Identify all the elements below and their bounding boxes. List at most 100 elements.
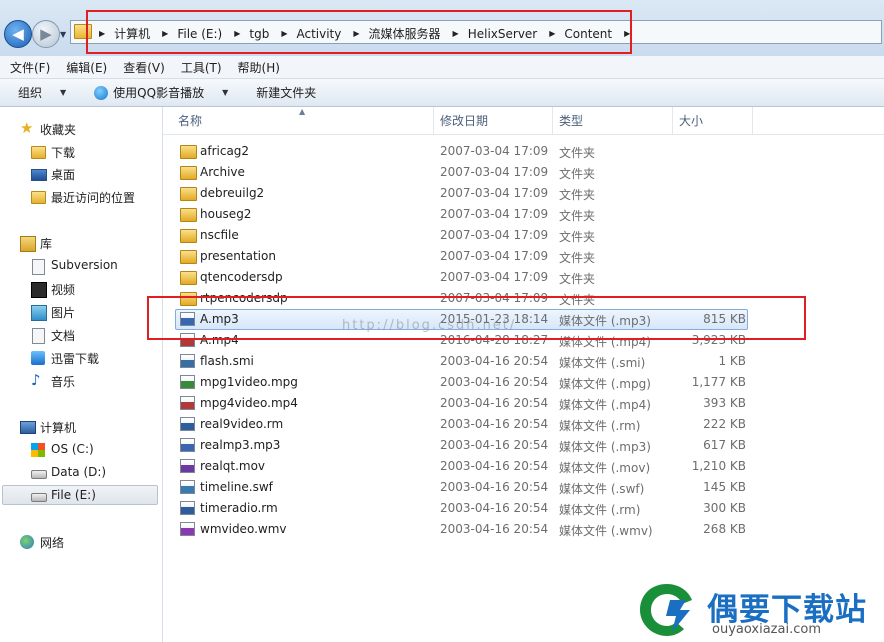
media-file-icon bbox=[180, 333, 195, 347]
crumb-helixserver[interactable]: HelixServer bbox=[468, 27, 538, 41]
forward-button[interactable]: ▶ bbox=[32, 20, 60, 48]
nav-subversion[interactable]: Subversion bbox=[0, 255, 162, 277]
qq-play-button[interactable]: 使用QQ影音播放 ▼ bbox=[94, 84, 228, 101]
chevron-right-icon[interactable]: ▶ bbox=[453, 29, 459, 38]
file-row[interactable]: Archive 2007-03-04 17:09 文件夹 bbox=[163, 162, 884, 183]
file-row[interactable]: debreuilg2 2007-03-04 17:09 文件夹 bbox=[163, 183, 884, 204]
chevron-right-icon[interactable]: ▶ bbox=[624, 29, 630, 38]
file-name: realmp3.mp3 bbox=[200, 438, 281, 452]
file-name: qtencodersdp bbox=[200, 270, 283, 284]
file-row[interactable]: rtpencodersdp 2007-03-04 17:09 文件夹 bbox=[163, 288, 884, 309]
file-row[interactable]: africag2 2007-03-04 17:09 文件夹 bbox=[163, 141, 884, 162]
recent-places-icon bbox=[31, 191, 46, 204]
file-type: 媒体文件 (.mp3) bbox=[559, 314, 651, 328]
chevron-right-icon[interactable]: ▶ bbox=[549, 29, 555, 38]
nav-libraries[interactable]: 库 bbox=[0, 232, 162, 254]
column-name[interactable]: 名称 bbox=[172, 107, 434, 134]
menu-view[interactable]: 查看(V) bbox=[123, 59, 165, 76]
file-name: mpg1video.mpg bbox=[200, 375, 298, 389]
menu-edit[interactable]: 编辑(E) bbox=[66, 59, 107, 76]
nav-favorites[interactable]: ★ 收藏夹 bbox=[0, 118, 162, 140]
file-type-band bbox=[181, 486, 194, 493]
file-row[interactable]: houseg2 2007-03-04 17:09 文件夹 bbox=[163, 204, 884, 225]
crumb-streaming-server[interactable]: 流媒体服务器 bbox=[369, 25, 441, 42]
menu-tools[interactable]: 工具(T) bbox=[181, 59, 222, 76]
file-row[interactable]: realqt.mov 2003-04-16 20:54 媒体文件 (.mov) 1,2… bbox=[163, 456, 884, 477]
file-row[interactable]: timeradio.rm 2003-04-16 20:54 媒体文件 (.rm) 30… bbox=[163, 498, 884, 519]
file-type: 媒体文件 (.mov) bbox=[559, 461, 651, 475]
file-row[interactable]: flash.smi 2003-04-16 20:54 媒体文件 (.smi) 1 KB bbox=[163, 351, 884, 372]
nav-downloads[interactable]: 下载 bbox=[0, 141, 162, 163]
chevron-right-icon[interactable]: ▶ bbox=[162, 29, 168, 38]
address-box[interactable]: ▶ 计算机 ▶ File (E:) ▶ tgb ▶ Activity ▶ 流媒体… bbox=[70, 20, 882, 44]
menu-help[interactable]: 帮助(H) bbox=[238, 59, 280, 76]
file-row[interactable]: nscfile 2007-03-04 17:09 文件夹 bbox=[163, 225, 884, 246]
qq-player-icon bbox=[94, 85, 109, 100]
chevron-right-icon[interactable]: ▶ bbox=[353, 29, 359, 38]
file-name: Archive bbox=[200, 165, 245, 179]
file-type: 媒体文件 (.swf) bbox=[559, 482, 645, 496]
nav-pictures[interactable]: 图片 bbox=[0, 301, 162, 323]
crumb-file-e[interactable]: File (E:) bbox=[177, 27, 222, 41]
xunlei-download-icon bbox=[31, 351, 45, 365]
media-file-icon bbox=[180, 312, 195, 326]
crumb-computer[interactable]: 计算机 bbox=[114, 25, 150, 42]
file-name: flash.smi bbox=[200, 354, 254, 368]
chevron-right-icon[interactable]: ▶ bbox=[234, 29, 240, 38]
nav-music[interactable]: ♪ 音乐 bbox=[0, 370, 162, 392]
file-row[interactable]: mpg4video.mp4 2003-04-16 20:54 媒体文件 (.mp4)… bbox=[163, 393, 884, 414]
nav-desktop[interactable]: 桌面 bbox=[0, 163, 162, 185]
file-row[interactable]: presentation 2007-03-04 17:09 文件夹 bbox=[163, 246, 884, 267]
nav-recent[interactable]: 最近访问的位置 bbox=[0, 186, 162, 208]
file-row[interactable]: timeline.swf 2003-04-16 20:54 媒体文件 (.swf) 1… bbox=[163, 477, 884, 498]
file-type-band bbox=[181, 528, 194, 535]
navigation-pane: ★ 收藏夹 下载 桌面 最近访问的位置 库 Subversion 视频 图片 文… bbox=[0, 107, 163, 642]
nav-videos[interactable]: 视频 bbox=[0, 278, 162, 300]
file-type-band bbox=[181, 507, 194, 514]
recent-pages-dropdown[interactable]: ▼ bbox=[60, 30, 66, 39]
file-row[interactable]: A.mp4 2016-04-28 18:27 媒体文件 (.mp4) 3,923 KB bbox=[163, 330, 884, 351]
crumb-content[interactable]: Content bbox=[564, 27, 612, 41]
nav-data-d[interactable]: Data (D:) bbox=[0, 462, 162, 484]
file-type: 媒体文件 (.rm) bbox=[559, 419, 641, 433]
arrow-right-icon: ▶ bbox=[40, 25, 52, 43]
file-date: 2007-03-04 17:09 bbox=[440, 186, 549, 200]
file-type-band bbox=[181, 423, 194, 430]
file-row[interactable]: A.mp3 2015-01-23 18:14 媒体文件 (.mp3) 815 KB bbox=[163, 309, 884, 330]
file-row[interactable]: realmp3.mp3 2003-04-16 20:54 媒体文件 (.mp3) 61… bbox=[163, 435, 884, 456]
nav-network[interactable]: 网络 bbox=[0, 531, 162, 553]
file-size: 222 KB bbox=[703, 417, 746, 431]
file-row[interactable]: mpg1video.mpg 2003-04-16 20:54 媒体文件 (.mpg)… bbox=[163, 372, 884, 393]
crumb-activity[interactable]: Activity bbox=[296, 27, 341, 41]
nav-documents[interactable]: 文档 bbox=[0, 324, 162, 346]
nav-label: 网络 bbox=[40, 536, 65, 550]
file-type-band bbox=[181, 465, 194, 472]
file-type-band bbox=[181, 360, 194, 367]
command-bar: 组织 ▼ 使用QQ影音播放 ▼ 新建文件夹 bbox=[0, 79, 884, 107]
menu-file[interactable]: 文件(F) bbox=[10, 59, 50, 76]
new-folder-label: 新建文件夹 bbox=[256, 86, 317, 100]
crumb-tgb[interactable]: tgb bbox=[249, 27, 269, 41]
chevron-right-icon[interactable]: ▶ bbox=[281, 29, 287, 38]
column-type[interactable]: 类型 bbox=[553, 107, 673, 134]
column-size[interactable]: 大小 bbox=[673, 107, 753, 134]
back-button[interactable]: ◀ bbox=[4, 20, 32, 48]
picture-library-icon bbox=[31, 305, 47, 321]
nav-xunlei[interactable]: 迅雷下载 bbox=[0, 347, 162, 369]
chevron-right-icon[interactable]: ▶ bbox=[99, 29, 105, 38]
file-row[interactable]: real9video.rm 2003-04-16 20:54 媒体文件 (.rm) 2… bbox=[163, 414, 884, 435]
nav-file-e[interactable]: File (E:) bbox=[0, 485, 162, 507]
document-library-icon bbox=[32, 328, 45, 344]
folder-icon bbox=[180, 271, 197, 285]
organize-button[interactable]: 组织 ▼ bbox=[18, 84, 66, 101]
nav-computer[interactable]: 计算机 bbox=[0, 416, 162, 438]
file-row[interactable]: qtencodersdp 2007-03-04 17:09 文件夹 bbox=[163, 267, 884, 288]
folder-icon bbox=[180, 187, 197, 201]
column-date[interactable]: 修改日期 bbox=[434, 107, 553, 134]
star-icon: ★ bbox=[20, 119, 34, 137]
file-date: 2003-04-16 20:54 bbox=[440, 480, 549, 494]
new-folder-button[interactable]: 新建文件夹 bbox=[256, 84, 316, 101]
nav-os-c[interactable]: OS (C:) bbox=[0, 439, 162, 461]
media-file-icon bbox=[180, 459, 195, 473]
file-row[interactable]: wmvideo.wmv 2003-04-16 20:54 媒体文件 (.wmv) 26… bbox=[163, 519, 884, 540]
